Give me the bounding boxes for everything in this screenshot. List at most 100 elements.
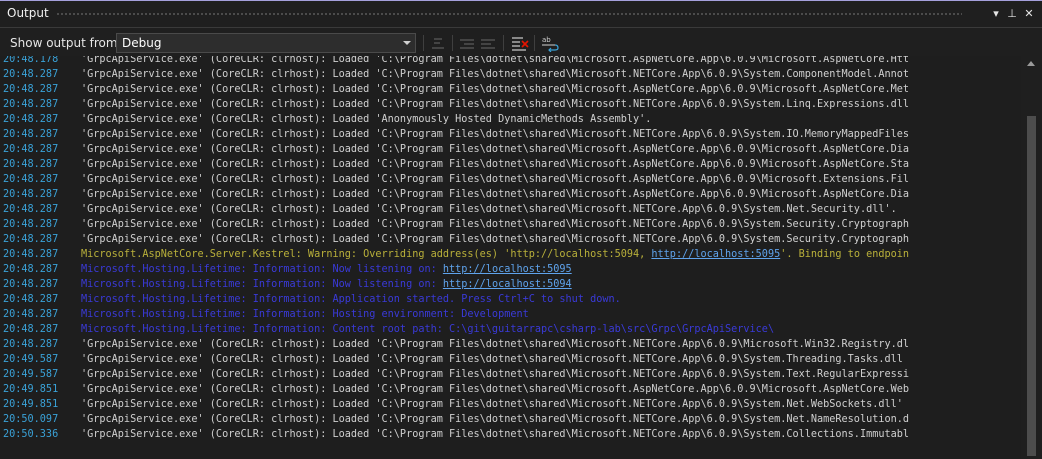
close-icon[interactable]: ✕: [1021, 5, 1037, 23]
output-line: 20:48.287 'GrpcApiService.exe' (CoreCLR: …: [0, 112, 909, 127]
clear-all-button[interactable]: [510, 34, 530, 52]
vertical-scrollbar[interactable]: [1021, 56, 1042, 459]
url-link[interactable]: http://localhost:5095: [443, 264, 572, 275]
line-timestamp: 20:50.336: [3, 429, 59, 440]
line-timestamp: 20:48.287: [3, 309, 59, 320]
line-timestamp: 20:48.287: [3, 264, 59, 275]
toggle-word-wrap-icon: ab: [542, 36, 559, 52]
output-line: 20:49.587 'GrpcApiService.exe' (CoreCLR: …: [0, 367, 909, 382]
line-message: 'GrpcApiService.exe' (CoreCLR: clrhost):…: [81, 399, 903, 410]
url-link[interactable]: http://localhost:5094: [443, 279, 572, 290]
output-log: 20:48.178 'GrpcApiService.exe' (CoreCLR: …: [0, 56, 909, 442]
line-message: 'GrpcApiService.exe' (CoreCLR: clrhost):…: [81, 159, 910, 170]
output-text-area[interactable]: 20:48.178 'GrpcApiService.exe' (CoreCLR: …: [0, 56, 1021, 459]
output-line: 20:49.851 'GrpcApiService.exe' (CoreCLR: …: [0, 397, 909, 412]
find-message-in-code-button[interactable]: [428, 34, 448, 52]
svg-text:ab: ab: [542, 36, 551, 44]
line-message: 'GrpcApiService.exe' (CoreCLR: clrhost):…: [81, 429, 910, 440]
line-timestamp: 20:48.287: [3, 69, 59, 80]
output-line: 20:48.287 'GrpcApiService.exe' (CoreCLR: …: [0, 97, 909, 112]
go-to-next-message-button[interactable]: [478, 34, 498, 52]
output-line: 20:48.287 'GrpcApiService.exe' (CoreCLR: …: [0, 142, 909, 157]
output-source-selected: Debug: [122, 36, 162, 50]
toolbar-separator: [423, 35, 424, 51]
line-timestamp: 20:48.287: [3, 189, 59, 200]
line-message: 'GrpcApiService.exe' (CoreCLR: clrhost):…: [81, 204, 897, 215]
url-link[interactable]: http://localhost:5095: [651, 249, 780, 260]
line-timestamp: 20:48.287: [3, 204, 59, 215]
line-message: Microsoft.Hosting.Lifetime: Information:…: [81, 309, 529, 320]
line-timestamp: 20:48.287: [3, 144, 59, 155]
output-source-dropdown[interactable]: Debug: [116, 33, 416, 53]
toggle-word-wrap-button[interactable]: ab: [540, 34, 560, 52]
line-message: Microsoft.Hosting.Lifetime: Information:…: [81, 294, 621, 305]
output-line: 20:48.287 'GrpcApiService.exe' (CoreCLR: …: [0, 157, 909, 172]
output-line: 20:48.287 Microsoft.Hosting.Lifetime: Inf…: [0, 307, 909, 322]
output-line: 20:48.287 'GrpcApiService.exe' (CoreCLR: …: [0, 337, 909, 352]
line-message: Microsoft.Hosting.Lifetime: Information:…: [81, 279, 443, 290]
line-timestamp: 20:48.287: [3, 339, 59, 350]
line-timestamp: 20:48.287: [3, 249, 59, 260]
go-to-previous-message-button[interactable]: [457, 34, 477, 52]
line-message: 'GrpcApiService.exe' (CoreCLR: clrhost):…: [81, 129, 910, 140]
toolbar-separator: [452, 35, 453, 51]
line-message: 'GrpcApiService.exe' (CoreCLR: clrhost):…: [81, 354, 903, 365]
toolbar-separator: [503, 35, 504, 51]
scrollbar-thumb[interactable]: [1027, 116, 1036, 456]
line-message: '. Binding to endpoin: [780, 249, 910, 260]
output-line: 20:49.587 'GrpcApiService.exe' (CoreCLR: …: [0, 352, 909, 367]
scroll-up-arrow-icon[interactable]: [1027, 61, 1035, 66]
line-timestamp: 20:49.851: [3, 399, 59, 410]
line-timestamp: 20:48.287: [3, 159, 59, 170]
line-message: Microsoft.AspNetCore.Server.Kestrel: War…: [81, 249, 652, 260]
line-timestamp: 20:48.287: [3, 99, 59, 110]
line-timestamp: 20:48.287: [3, 219, 59, 230]
clear-all-icon: [512, 37, 529, 51]
line-message: 'GrpcApiService.exe' (CoreCLR: clrhost):…: [81, 189, 910, 200]
go-to-previous-message-icon: [460, 39, 474, 49]
output-line: 20:48.178 'GrpcApiService.exe' (CoreCLR: …: [0, 56, 909, 67]
line-timestamp: 20:48.287: [3, 294, 59, 305]
output-line: 20:48.287 Microsoft.Hosting.Lifetime: Inf…: [0, 262, 909, 277]
line-message: 'GrpcApiService.exe' (CoreCLR: clrhost):…: [81, 369, 910, 380]
output-line: 20:48.287 Microsoft.Hosting.Lifetime: Inf…: [0, 292, 909, 307]
line-message: 'GrpcApiService.exe' (CoreCLR: clrhost):…: [81, 99, 910, 110]
panel-title: Output: [7, 6, 49, 20]
output-line: 20:48.287 'GrpcApiService.exe' (CoreCLR: …: [0, 172, 909, 187]
output-line: 20:50.097 'GrpcApiService.exe' (CoreCLR: …: [0, 412, 909, 427]
line-timestamp: 20:48.287: [3, 174, 59, 185]
line-message: 'GrpcApiService.exe' (CoreCLR: clrhost):…: [81, 114, 652, 125]
output-panel-title-bar[interactable]: Output ▾ ⊥ ✕: [0, 1, 1042, 28]
output-toolbar: Show output from: Debug ab: [0, 28, 1042, 56]
output-line: 20:50.336 'GrpcApiService.exe' (CoreCLR: …: [0, 427, 909, 442]
line-message: 'GrpcApiService.exe' (CoreCLR: clrhost):…: [81, 69, 910, 80]
output-line: 20:48.287 'GrpcApiService.exe' (CoreCLR: …: [0, 232, 909, 247]
line-timestamp: 20:50.097: [3, 414, 59, 425]
output-line: 20:48.287 Microsoft.Hosting.Lifetime: Inf…: [0, 277, 909, 292]
pin-icon[interactable]: ⊥: [1004, 5, 1020, 23]
line-timestamp: 20:48.287: [3, 84, 59, 95]
line-timestamp: 20:48.287: [3, 324, 59, 335]
line-timestamp: 20:49.851: [3, 384, 59, 395]
line-timestamp: 20:49.587: [3, 354, 59, 365]
line-timestamp: 20:48.287: [3, 129, 59, 140]
line-timestamp: 20:49.587: [3, 369, 59, 380]
line-message: 'GrpcApiService.exe' (CoreCLR: clrhost):…: [81, 84, 910, 95]
output-line: 20:48.287 'GrpcApiService.exe' (CoreCLR: …: [0, 187, 909, 202]
output-line: 20:48.287 'GrpcApiService.exe' (CoreCLR: …: [0, 217, 909, 232]
line-message: 'GrpcApiService.exe' (CoreCLR: clrhost):…: [81, 144, 910, 155]
line-message: 'GrpcApiService.exe' (CoreCLR: clrhost):…: [81, 56, 910, 65]
output-line: 20:49.851 'GrpcApiService.exe' (CoreCLR: …: [0, 382, 909, 397]
line-timestamp: 20:48.287: [3, 114, 59, 125]
find-message-in-code-icon: [432, 38, 444, 49]
line-timestamp: 20:48.178: [3, 56, 59, 65]
line-message: 'GrpcApiService.exe' (CoreCLR: clrhost):…: [81, 339, 910, 350]
line-message: 'GrpcApiService.exe' (CoreCLR: clrhost):…: [81, 174, 910, 185]
title-bar-gripper[interactable]: [56, 12, 962, 17]
toolbar-separator: [534, 35, 535, 51]
output-line: 20:48.287 Microsoft.AspNetCore.Server.Kes…: [0, 247, 909, 262]
line-message: Microsoft.Hosting.Lifetime: Information:…: [81, 324, 775, 335]
line-timestamp: 20:48.287: [3, 279, 59, 290]
output-line: 20:48.287 'GrpcApiService.exe' (CoreCLR: …: [0, 82, 909, 97]
window-position-dropdown-icon[interactable]: ▾: [988, 5, 1004, 23]
